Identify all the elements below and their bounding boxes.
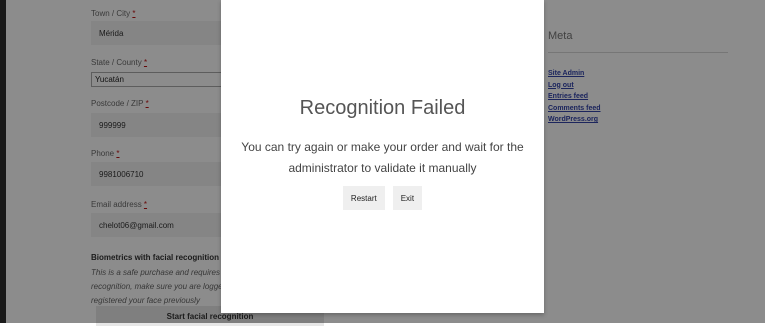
recognition-failed-dialog: Recognition Failed You can try again or …: [221, 0, 544, 313]
dialog-actions: Restart Exit: [221, 186, 544, 210]
dialog-message: You can try again or make your order and…: [241, 140, 524, 175]
exit-button[interactable]: Exit: [392, 186, 423, 210]
restart-button[interactable]: Restart: [342, 186, 385, 210]
dialog-title: Recognition Failed: [299, 97, 466, 119]
